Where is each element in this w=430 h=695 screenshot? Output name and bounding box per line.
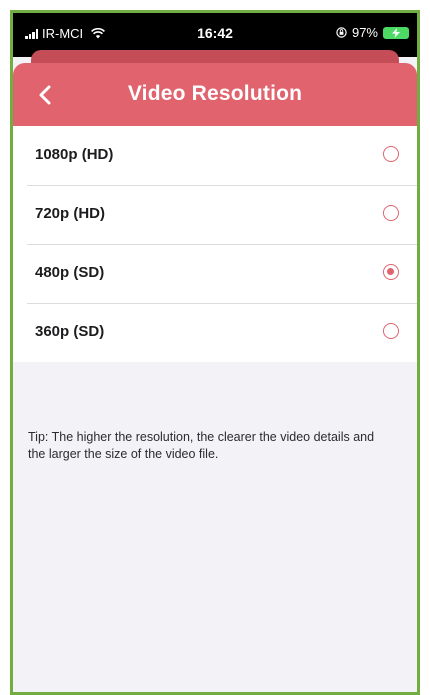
tip-text: Tip: The higher the resolution, the clea… [28,430,375,461]
option-label: 360p (SD) [35,323,105,340]
resolution-option-720p[interactable]: 720p (HD) [13,185,417,244]
resolution-option-480p[interactable]: 480p (SD) [13,244,417,303]
orientation-lock-icon [336,27,347,38]
radio-button[interactable] [383,323,399,339]
resolution-option-1080p[interactable]: 1080p (HD) [13,126,417,185]
nav-header: Video Resolution [13,63,417,126]
status-right: 97% [336,25,409,40]
page-title: Video Resolution [127,82,303,105]
resolution-options-list: 1080p (HD) 720p (HD) 480p (SD) 360p (SD) [13,126,417,362]
battery-charging-icon [383,26,409,39]
option-label: 1080p (HD) [35,146,114,163]
radio-button[interactable] [383,146,399,162]
option-label: 480p (SD) [35,264,105,281]
radio-button[interactable] [383,205,399,221]
battery-percent: 97% [351,25,378,40]
resolution-option-360p[interactable]: 360p (SD) [13,303,417,362]
app-frame: IR-MCI 16:42 97% Video Resolution 1080p … [10,10,420,695]
radio-button[interactable] [383,264,399,280]
option-label: 720p (HD) [35,205,106,222]
